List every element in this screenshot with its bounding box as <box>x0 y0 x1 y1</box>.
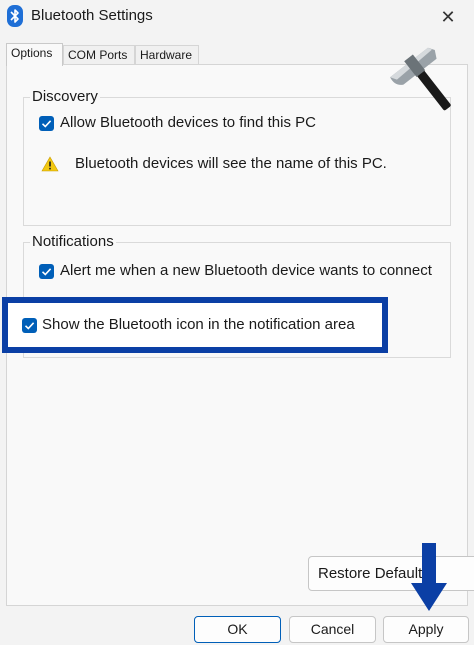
allow-discovery-checkbox[interactable] <box>39 116 54 131</box>
bluetooth-icon <box>7 5 23 27</box>
down-arrow-indicator <box>411 543 447 611</box>
tab-com-ports[interactable]: COM Ports <box>63 45 135 65</box>
hammer-icon <box>390 47 451 111</box>
apply-button[interactable]: Apply <box>383 616 469 643</box>
tab-options[interactable]: Options <box>6 43 63 66</box>
restore-defaults-button[interactable]: Restore Defaults <box>308 556 474 591</box>
notifications-heading: Notifications <box>30 233 116 251</box>
allow-discovery-label: Allow Bluetooth devices to find this PC <box>60 114 316 131</box>
alert-new-device-label: Alert me when a new Bluetooth device wan… <box>60 262 432 279</box>
bluetooth-settings-dialog: Bluetooth Settings ✕ Options COM Ports H… <box>0 0 474 645</box>
discovery-heading: Discovery <box>30 88 100 106</box>
show-bluetooth-icon-label: Show the Bluetooth icon in the notificat… <box>42 316 355 333</box>
close-button[interactable]: ✕ <box>436 5 460 29</box>
window-title: Bluetooth Settings <box>31 7 153 24</box>
show-bluetooth-icon-checkbox[interactable] <box>22 318 37 333</box>
warning-icon <box>41 156 59 172</box>
ok-button[interactable]: OK <box>194 616 281 643</box>
title-bar: Bluetooth Settings ✕ <box>0 0 474 32</box>
cancel-button[interactable]: Cancel <box>289 616 376 643</box>
warning-text: Bluetooth devices will see the name of t… <box>75 155 387 172</box>
tab-hardware[interactable]: Hardware <box>135 45 199 65</box>
alert-new-device-checkbox[interactable] <box>39 264 54 279</box>
highlighted-option: Show the Bluetooth icon in the notificat… <box>2 297 388 353</box>
